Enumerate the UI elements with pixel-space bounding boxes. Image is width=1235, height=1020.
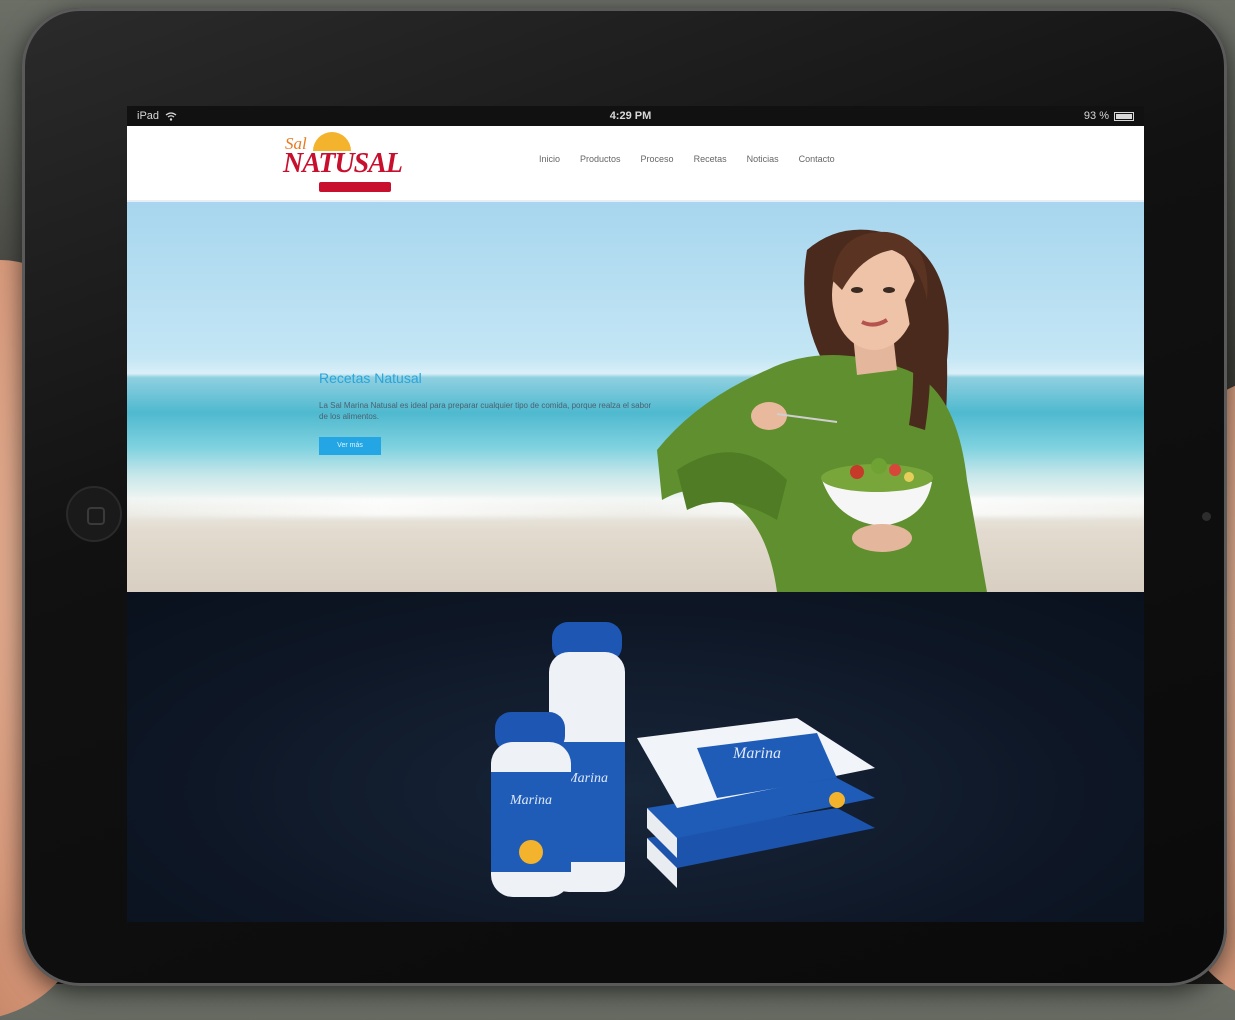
hero-button[interactable]: Ver más (319, 437, 381, 455)
site-header: Sal NATUSAL Inicio Productos Proceso Rec… (127, 126, 1144, 202)
home-button[interactable] (66, 486, 122, 542)
wifi-icon (165, 111, 177, 121)
device-name: iPad (137, 110, 160, 122)
hero-text-block: Recetas Natusal La Sal Marina Natusal es… (319, 370, 659, 455)
tablet-screen: iPad 4:29 PM 93 % Sal NATUSAL Inicio Pro… (127, 106, 1144, 922)
hero-title: Recetas Natusal (319, 370, 422, 386)
hero-banner: Recetas Natusal La Sal Marina Natusal es… (127, 202, 1144, 592)
logo-main-text: NATUSAL (283, 148, 403, 179)
battery-icon (1114, 111, 1134, 121)
nav-item-productos[interactable]: Productos (580, 154, 621, 164)
logo-ribbon (319, 182, 391, 192)
nav-item-noticias[interactable]: Noticias (747, 154, 779, 164)
short-bottle-label: Marina (509, 793, 552, 808)
main-nav: Inicio Productos Proceso Recetas Noticia… (539, 154, 855, 164)
natusal-logo[interactable]: Sal NATUSAL (283, 130, 403, 194)
nav-item-proceso[interactable]: Proceso (641, 154, 674, 164)
hero-description: La Sal Marina Natusal es ideal para prep… (319, 401, 652, 421)
nav-item-recetas[interactable]: Recetas (694, 154, 727, 164)
products-section: Marina Marina Marina (127, 592, 1144, 922)
product-bags-image: Marina (637, 718, 875, 888)
nav-item-contacto[interactable]: Contacto (799, 154, 835, 164)
nav-item-inicio[interactable]: Inicio (539, 154, 560, 164)
bag-label: Marina (732, 745, 781, 762)
battery-percent: 93 % (1083, 110, 1109, 122)
status-bar: iPad 4:29 PM 93 % (127, 106, 1144, 126)
sea-wave (127, 497, 1144, 517)
tall-bottle-label: Marina (565, 771, 608, 786)
camera-icon (1202, 512, 1211, 521)
woman-with-salad-image (657, 229, 987, 592)
status-time: 4:29 PM (609, 110, 652, 122)
product-bottles-image: Marina Marina (491, 622, 625, 897)
